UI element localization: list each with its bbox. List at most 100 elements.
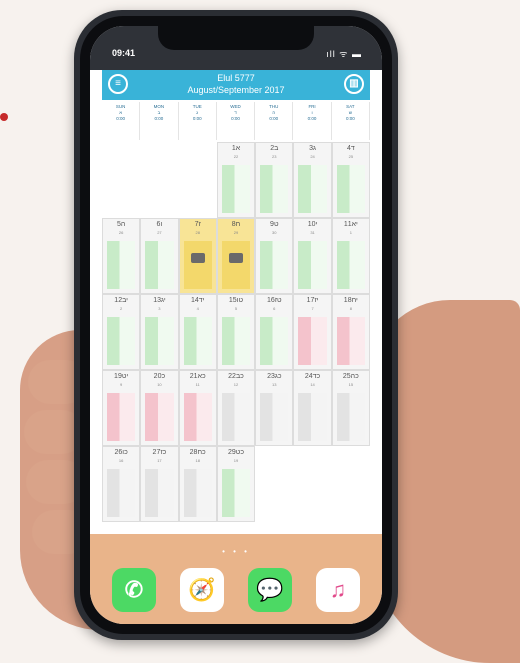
- day-cell[interactable]: 24כד 14: [293, 370, 332, 446]
- day-subdate: 23: [272, 154, 277, 159]
- day-cell[interactable]: 12יב 2: [102, 294, 141, 370]
- day-number: 16טז: [266, 297, 282, 304]
- day-number: 4ד: [346, 145, 355, 152]
- day-subdate: 14: [310, 382, 315, 387]
- day-indicator: [336, 317, 365, 365]
- day-subdate: 1: [349, 230, 352, 235]
- day-subdate: 2: [120, 306, 123, 311]
- day-cell[interactable]: 1א 22: [216, 142, 256, 218]
- day-cell[interactable]: 18יח 8: [331, 294, 370, 370]
- day-cell[interactable]: 28כח 18: [178, 446, 217, 522]
- day-indicator: [183, 469, 212, 517]
- menu-icon[interactable]: ≡: [108, 74, 128, 94]
- day-subdate: 12: [233, 382, 239, 387]
- status-time: 09:41: [112, 48, 136, 58]
- day-indicator: [107, 469, 136, 517]
- day-subdate: 30: [272, 230, 277, 235]
- day-cell[interactable]: 4ד 25: [331, 142, 370, 218]
- day-subdate: 11: [195, 382, 200, 387]
- dock: ✆ 🧭 💬 ♫: [100, 564, 372, 616]
- day-number: 1א: [231, 145, 241, 152]
- day-indicator: [183, 393, 212, 441]
- day-cell[interactable]: 23כג 13: [255, 370, 294, 446]
- day-indicator: [260, 241, 289, 289]
- day-subdate: 28: [195, 230, 200, 235]
- weekday-t: 0:00: [116, 116, 126, 121]
- phone-device: 09:41 ıll ᯤ ▬ ≡ Elul 5777 August/Septemb…: [74, 10, 398, 640]
- day-subdate: 8: [349, 306, 352, 311]
- day-subdate: 31: [310, 230, 315, 235]
- day-subdate: 16: [118, 458, 124, 463]
- day-cell[interactable]: 9ט 30: [255, 218, 294, 294]
- empty-day-cell: [178, 142, 217, 218]
- day-number: 24כד: [304, 373, 321, 380]
- day-indicator: [183, 241, 212, 289]
- day-subdate: 18: [195, 458, 200, 463]
- day-number: 3ג: [309, 145, 316, 152]
- weekday-cell: WED ד 0:00: [217, 102, 256, 140]
- view-toggle-icon[interactable]: ▥: [344, 74, 364, 94]
- day-number: 10י: [307, 221, 318, 228]
- day-subdate: 15: [348, 382, 354, 387]
- weekday-header: SUN א 0:00 MON ב 0:00 TUE ג 0:00 WED ד 0:00 THU ה 0:00…: [102, 102, 370, 140]
- day-cell[interactable]: 10י 31: [293, 218, 332, 294]
- day-number: 11יא: [343, 221, 358, 228]
- day-number: 23כג: [267, 373, 282, 380]
- day-cell[interactable]: 11יא 1: [331, 218, 370, 294]
- day-indicator: [145, 469, 174, 517]
- day-cell[interactable]: 14יד 4: [178, 294, 217, 370]
- day-indicator: [260, 317, 289, 365]
- day-cell[interactable]: 19יט 9: [102, 370, 141, 446]
- day-cell[interactable]: 27כז 17: [140, 446, 179, 522]
- day-indicator: [336, 393, 365, 441]
- day-cell[interactable]: 8ח 29: [216, 218, 256, 294]
- day-subdate: 24: [310, 154, 315, 159]
- day-number: 5ה: [116, 221, 126, 228]
- day-indicator: [145, 317, 174, 365]
- day-cell[interactable]: 29כט 19: [216, 446, 256, 522]
- day-indicator: [336, 241, 365, 289]
- music-app-icon[interactable]: ♫: [316, 568, 360, 612]
- day-cell[interactable]: 21כא 11: [178, 370, 217, 446]
- day-number: 20כ: [153, 373, 166, 380]
- day-cell[interactable]: 26כו 16: [102, 446, 141, 522]
- weekday-t: 0:00: [269, 116, 279, 121]
- day-indicator: [221, 317, 251, 365]
- day-indicator: [107, 393, 136, 441]
- weekday-t: 0:00: [192, 116, 202, 121]
- day-cell[interactable]: 2ב 23: [255, 142, 294, 218]
- day-cell[interactable]: 16טז 6: [255, 294, 294, 370]
- day-indicator: [107, 241, 136, 289]
- weekday-cell: SAT ש 0:00: [332, 102, 370, 140]
- notch: [158, 26, 314, 50]
- day-subdate: 5: [234, 306, 238, 311]
- day-cell[interactable]: 25כה 15: [331, 370, 370, 446]
- day-cell[interactable]: 3ג 24: [293, 142, 332, 218]
- day-cell[interactable]: 7ז 28: [178, 218, 217, 294]
- event-icon: [228, 253, 243, 263]
- day-number: 2ב: [270, 145, 279, 152]
- day-cell[interactable]: 17יז 7: [293, 294, 332, 370]
- red-dot: [0, 113, 8, 121]
- day-number: 25כה: [342, 373, 359, 380]
- day-indicator: [221, 469, 251, 517]
- weekday-cell: MON ב 0:00: [140, 102, 179, 140]
- day-cell[interactable]: 15טו 5: [216, 294, 256, 370]
- phone-app-icon[interactable]: ✆: [112, 568, 156, 612]
- weekday-cell: SUN א 0:00: [102, 102, 141, 140]
- weekday-cell: FRI ו 0:00: [293, 102, 332, 140]
- day-cell[interactable]: 20כ 10: [140, 370, 179, 446]
- safari-app-icon[interactable]: 🧭: [180, 568, 224, 612]
- messages-app-icon[interactable]: 💬: [248, 568, 292, 612]
- day-subdate: 10: [157, 382, 162, 387]
- calendar-grid: 1א 22 2ב 23 3ג 24 4ד 25 5ה 26 6ו 27 7ז 28 8ח 29 9ט 30 10י 3…: [102, 142, 370, 522]
- weekday-cell: TUE ג 0:00: [179, 102, 217, 140]
- day-subdate: 17: [157, 458, 162, 463]
- day-cell[interactable]: 13יג 3: [140, 294, 179, 370]
- day-cell[interactable]: 5ה 26: [102, 218, 141, 294]
- day-cell[interactable]: 6ו 27: [140, 218, 179, 294]
- day-indicator: [336, 165, 365, 213]
- day-cell[interactable]: 22כב 12: [216, 370, 256, 446]
- day-indicator: [221, 241, 251, 289]
- day-indicator: [260, 165, 289, 213]
